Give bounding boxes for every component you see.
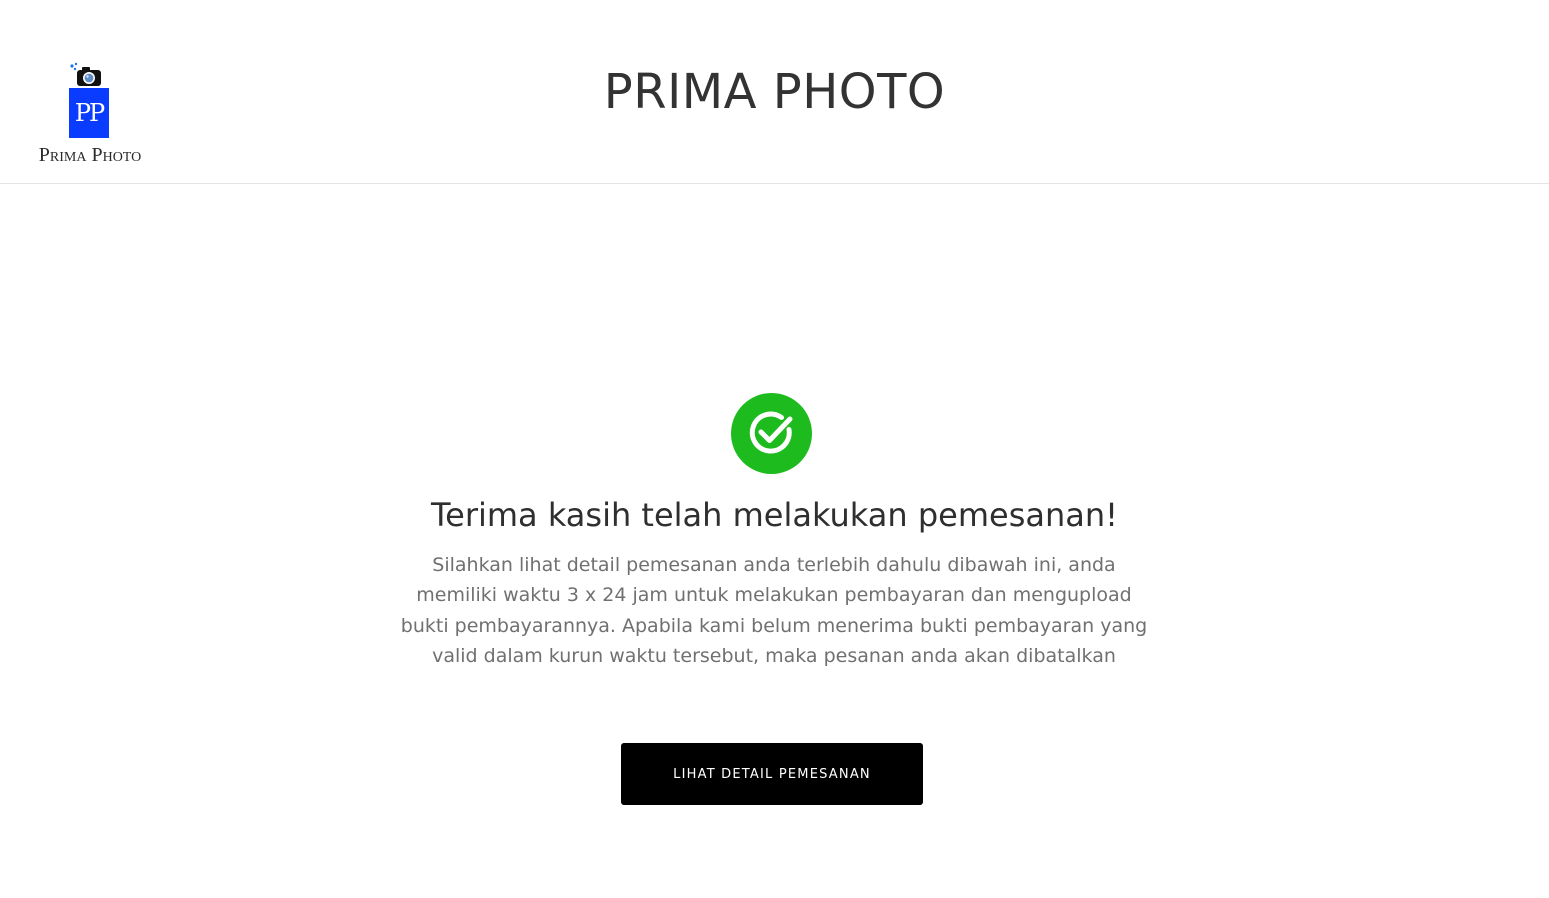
site-header: PP Prima Photo PRIMA PHOTO	[0, 0, 1549, 184]
logo-text: Prima Photo	[38, 144, 142, 166]
thanks-message: Silahkan lihat detail pemesanan anda ter…	[400, 554, 1148, 667]
confirmation-section: Terima kasih telah melakukan pemesanan! …	[0, 184, 1549, 898]
thanks-heading: Terima kasih telah melakukan pemesanan!	[431, 496, 1118, 534]
site-title: PRIMA PHOTO	[603, 64, 946, 120]
view-order-detail-button[interactable]: LIHAT DETAIL PEMESANAN	[621, 743, 923, 805]
check-circle-icon	[731, 393, 812, 474]
